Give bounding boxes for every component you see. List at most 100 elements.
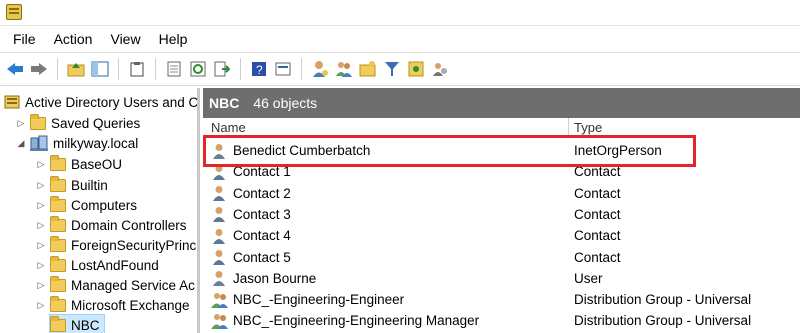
tree-item-domain[interactable]: ◢ milkyway.local (16, 133, 138, 153)
filter-icon[interactable] (381, 58, 403, 80)
add-to-group-icon[interactable] (405, 58, 427, 80)
forward-arrow-icon[interactable] (28, 58, 50, 80)
help-icon[interactable]: ? (248, 58, 270, 80)
menu-view[interactable]: View (101, 31, 149, 47)
tree-item-label: BaseOU (71, 156, 123, 172)
details-pane: NBC 46 objects Name Type Benedict Cumber… (203, 88, 800, 333)
view-icon[interactable] (272, 58, 294, 80)
list-item-type: Contact (574, 185, 621, 201)
delegate-control-icon[interactable] (429, 58, 451, 80)
tree-item-ou[interactable]: ▷ Managed Service Ac (36, 275, 195, 295)
tree-item-ou[interactable]: ▷ Domain Controllers (36, 215, 187, 235)
menu-file[interactable]: File (4, 31, 45, 47)
tree-item-saved-queries[interactable]: ▷ Saved Queries (16, 113, 140, 133)
list-item-type: Contact (574, 206, 621, 222)
contact-icon (211, 249, 227, 265)
expand-arrow-icon[interactable]: ▷ (36, 280, 46, 291)
expand-arrow-icon[interactable]: ▷ (36, 159, 46, 170)
list-item[interactable]: Jason Bourne User (203, 268, 800, 289)
tree-item-ou-selected[interactable]: NBC (49, 314, 105, 333)
toolbar-separator (57, 58, 58, 80)
new-group-icon[interactable] (333, 58, 355, 80)
ou-folder-icon (50, 295, 66, 312)
expand-arrow-icon[interactable]: ▷ (36, 200, 46, 211)
contact-icon (211, 228, 227, 244)
folder-icon (50, 255, 66, 272)
tree-root[interactable]: Active Directory Users and C (4, 92, 199, 112)
expand-arrow-icon[interactable]: ▷ (36, 300, 46, 311)
tree-item-label: Computers (71, 197, 138, 213)
toolbar: ? (0, 52, 800, 86)
list-item[interactable]: Contact 2 Contact (203, 183, 800, 204)
toolbar-separator (118, 58, 119, 80)
contact-icon (211, 206, 227, 223)
list-item-name: NBC_-Engineering-Engineer (211, 292, 404, 308)
menu-bar: File Action View Help (0, 26, 800, 52)
folder-icon (50, 175, 66, 192)
object-count: 46 objects (253, 95, 318, 111)
title-bar (0, 0, 800, 26)
refresh-icon[interactable] (187, 58, 209, 80)
toolbar-separator (301, 58, 302, 80)
list-item-name-text: Jason Bourne (233, 270, 317, 286)
folder-icon (30, 113, 46, 130)
group-icon (211, 292, 228, 308)
list-item-name-text: Contact 4 (233, 228, 291, 244)
list-item[interactable]: Contact 3 Contact (203, 204, 800, 225)
list-item-name-text: Contact 2 (233, 185, 291, 201)
tree-item-label: milkyway.local (53, 135, 139, 151)
list-item-name-text: Contact 5 (233, 249, 291, 265)
tree-item-label: Managed Service Ac (71, 277, 195, 293)
tree-item-ou[interactable]: ▷ ForeignSecurityPrinc (36, 235, 196, 255)
list-item[interactable]: NBC_-Engineering-Engineer Distribution Gr… (203, 289, 800, 310)
list-item-name-text: Contact 3 (233, 206, 291, 222)
container-name: NBC (209, 95, 240, 111)
clipboard-icon[interactable] (126, 58, 148, 80)
collapse-arrow-icon[interactable]: ◢ (16, 138, 26, 149)
svg-text:?: ? (256, 63, 263, 77)
ou-folder-icon (50, 154, 66, 171)
list-item-name: Contact 3 (211, 206, 291, 223)
toolbar-separator (155, 58, 156, 80)
list-item-name: Contact 5 (211, 249, 291, 265)
new-user-icon[interactable] (309, 58, 331, 80)
tree-item-ou[interactable]: ▷ LostAndFound (36, 255, 159, 275)
column-divider[interactable] (568, 118, 569, 136)
export-list-icon[interactable] (211, 58, 233, 80)
list-item-name: Jason Bourne (211, 270, 317, 287)
tree-item-ou[interactable]: ▷ BaseOU (36, 154, 122, 174)
list-item[interactable]: Contact 4 Contact (203, 225, 800, 246)
aduc-icon (4, 95, 20, 109)
expand-arrow-icon[interactable]: ▷ (36, 260, 46, 271)
ou-folder-icon (50, 315, 66, 332)
new-ou-icon[interactable] (357, 58, 379, 80)
back-arrow-icon[interactable] (4, 58, 26, 80)
properties-icon[interactable] (163, 58, 185, 80)
list-item-name: Contact 2 (211, 185, 291, 202)
expand-arrow-icon[interactable]: ▷ (16, 118, 26, 129)
domain-icon (30, 135, 48, 151)
user-icon (211, 270, 227, 287)
ou-folder-icon (50, 215, 66, 232)
up-folder-icon[interactable] (65, 58, 87, 80)
list-item[interactable]: Contact 5 Contact (203, 247, 800, 268)
tree-item-label: Builtin (71, 177, 108, 193)
tree-item-ou[interactable]: ▷ Computers (36, 195, 137, 215)
tree-item-label: LostAndFound (71, 257, 159, 273)
show-hide-console-tree-icon[interactable] (89, 58, 111, 80)
expand-arrow-icon[interactable]: ▷ (36, 180, 46, 191)
folder-icon (50, 195, 66, 212)
tree-item-label: Saved Queries (51, 115, 141, 131)
folder-icon (50, 235, 66, 252)
menu-help[interactable]: Help (150, 31, 197, 47)
tree-item-ou[interactable]: ▷ Builtin (36, 175, 108, 195)
tree-item-ou[interactable]: ▷ Microsoft Exchange (36, 295, 190, 315)
list-item-name-text: NBC_-Engineering-Engineering Manager (233, 313, 480, 329)
list-item[interactable]: NBC_-Engineering-Engineering Manager Dist… (203, 310, 800, 331)
expand-arrow-icon[interactable]: ▷ (36, 240, 46, 251)
list-item-name: Contact 4 (211, 228, 291, 244)
tree-root-label: Active Directory Users and C (25, 94, 199, 110)
expand-arrow-icon[interactable]: ▷ (36, 220, 46, 231)
menu-action[interactable]: Action (45, 31, 102, 47)
list-item-name-text: NBC_-Engineering-Engineer (233, 292, 405, 308)
